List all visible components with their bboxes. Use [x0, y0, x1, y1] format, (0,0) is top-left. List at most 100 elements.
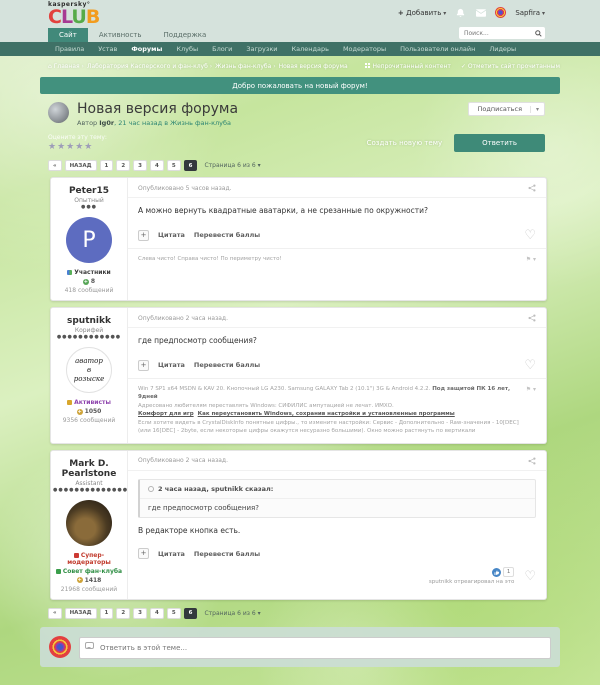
- share-icon[interactable]: [528, 184, 536, 192]
- page-button[interactable]: 4: [149, 607, 164, 619]
- site-logo[interactable]: kaspersky° CLUB: [48, 2, 100, 27]
- page-button[interactable]: 5: [166, 160, 181, 172]
- messages-envelope-icon[interactable]: [475, 7, 486, 18]
- breadcrumb-item[interactable]: Лаборатория Касперского и фан-клуб: [87, 63, 212, 70]
- notifications-bell-icon[interactable]: [455, 7, 466, 18]
- page-button[interactable]: 5: [166, 607, 181, 619]
- transfer-points-button[interactable]: Перевести баллы: [194, 361, 260, 369]
- share-icon[interactable]: [528, 457, 536, 465]
- page-button[interactable]: 3: [133, 160, 147, 172]
- nav-rules[interactable]: Правила: [48, 45, 91, 53]
- member-avatar[interactable]: P: [66, 217, 112, 264]
- page-first-button[interactable]: «: [48, 607, 62, 619]
- posted-time: Опубликовано 2 часа назад.: [138, 314, 228, 322]
- topic-title: Новая версия форума: [77, 101, 239, 117]
- page-button[interactable]: 4: [149, 160, 164, 172]
- reputation-icon: [76, 408, 83, 415]
- nav-leaders[interactable]: Лидеры: [482, 45, 523, 53]
- tab-activity[interactable]: Активность: [88, 28, 153, 42]
- share-icon[interactable]: [528, 314, 536, 322]
- transfer-points-button[interactable]: Перевести баллы: [194, 550, 260, 558]
- heart-like-button[interactable]: [524, 229, 536, 242]
- post-body: В редакторе кнопка есть.: [138, 525, 241, 535]
- page-button[interactable]: 1: [99, 607, 114, 619]
- user-avatar[interactable]: [495, 7, 507, 18]
- author-link[interactable]: sputnikk: [53, 316, 125, 326]
- multiquote-button[interactable]: +: [138, 548, 149, 560]
- nav-users-online[interactable]: Пользователи онлайн: [393, 45, 482, 53]
- nav-forums[interactable]: Форумы: [124, 45, 169, 53]
- posted-time: Опубликовано 5 часов назад.: [138, 184, 232, 192]
- breadcrumb-item[interactable]: Жизнь фан-клуба: [215, 63, 276, 70]
- page-back-button[interactable]: НАЗАД: [64, 160, 97, 172]
- page-back-button[interactable]: НАЗАД: [64, 607, 97, 619]
- topic-author-link[interactable]: Ig0r: [99, 119, 114, 127]
- activists-group-icon: [67, 400, 73, 406]
- subscribe-button[interactable]: Подписаться ▾: [468, 102, 545, 116]
- avatar-letter: P: [82, 227, 96, 253]
- transfer-points-button[interactable]: Перевести баллы: [194, 231, 260, 239]
- user-menu[interactable]: Sapfira: [515, 9, 545, 17]
- page-button[interactable]: 2: [116, 160, 131, 172]
- mark-site-read-link[interactable]: Отметить сайт прочитанным: [461, 63, 560, 70]
- quote-button[interactable]: Цитата: [158, 361, 185, 369]
- tab-support[interactable]: Поддержка: [153, 28, 218, 42]
- nav-calendar[interactable]: Календарь: [285, 45, 336, 53]
- signature-link[interactable]: Комфорт для игр: [138, 411, 194, 417]
- reaction-count-badge[interactable]: 1: [502, 567, 515, 578]
- post-peter15: Peter15 Опытный ●●● P Участники 8 418 со…: [50, 177, 547, 302]
- tab-site[interactable]: Сайт: [48, 28, 88, 42]
- breadcrumb-row: Главная Лаборатория Касперского и фан-кл…: [48, 63, 560, 70]
- signature-link[interactable]: Как переустановить Windows, сохранив нас…: [198, 411, 455, 417]
- multiquote-button[interactable]: +: [138, 229, 149, 241]
- unread-content-link[interactable]: Непрочитанный контент: [365, 63, 451, 70]
- quote-header[interactable]: 2 часа назад, sputnikk сказал:: [158, 485, 273, 493]
- create-topic-link[interactable]: Создать новую тему: [367, 139, 443, 147]
- nav-moderators[interactable]: Модераторы: [336, 45, 393, 53]
- report-flag-icon[interactable]: [526, 255, 536, 264]
- search-input[interactable]: [464, 29, 535, 37]
- quote-button[interactable]: Цитата: [158, 550, 185, 558]
- group-label: Совет фан-клуба: [62, 567, 123, 575]
- quote-button[interactable]: Цитата: [158, 231, 185, 239]
- chevron-down-icon[interactable]: ▾: [529, 105, 544, 113]
- search-icon[interactable]: [535, 29, 542, 37]
- page-info-dropdown[interactable]: Страница 6 из 6 ▾: [204, 610, 260, 617]
- thumbs-up-reaction-icon[interactable]: [491, 567, 501, 577]
- member-avatar[interactable]: аватор в розыске: [66, 347, 112, 394]
- nav-charter[interactable]: Устав: [91, 45, 124, 53]
- current-user-avatar: [49, 635, 71, 658]
- heart-like-button[interactable]: [524, 570, 536, 583]
- topic-author-avatar[interactable]: [48, 102, 69, 123]
- breadcrumb-home[interactable]: Главная: [48, 63, 84, 70]
- message-count: 9356 сообщений: [62, 417, 116, 425]
- member-group: Активисты: [53, 399, 125, 406]
- multiquote-button[interactable]: +: [138, 359, 149, 371]
- nav-downloads[interactable]: Загрузки: [239, 45, 284, 53]
- page-button[interactable]: 2: [116, 607, 131, 619]
- rank-pips: ●●●●●●●●●●●●: [56, 334, 122, 341]
- star-rating[interactable]: ★★★★★: [48, 142, 107, 152]
- site-header: kaspersky° CLUB Добавить Sapfira Сайт Ак…: [0, 0, 600, 42]
- author-link[interactable]: Mark D. Pearlstone: [53, 459, 125, 479]
- page-button[interactable]: 3: [133, 607, 147, 619]
- reaction-text[interactable]: sputnikk отреагировал на это: [429, 579, 514, 585]
- nav-clubs[interactable]: Клубы: [169, 45, 205, 53]
- page-first-button[interactable]: «: [48, 160, 62, 172]
- nav-blogs[interactable]: Блоги: [205, 45, 239, 53]
- member-group: Участники: [53, 269, 125, 276]
- page-button[interactable]: 1: [99, 160, 114, 172]
- signature-line: Адресовано любителям переставлять Window…: [138, 402, 394, 409]
- page-current-button[interactable]: 6: [183, 160, 198, 172]
- topic-forum-link[interactable]: Жизнь фан-клуба: [170, 119, 231, 127]
- reply-button[interactable]: Ответить: [454, 134, 545, 153]
- page-info-dropdown[interactable]: Страница 6 из 6 ▾: [204, 162, 260, 169]
- page-current-button[interactable]: 6: [183, 607, 198, 619]
- reply-input[interactable]: [79, 636, 551, 659]
- member-avatar[interactable]: [66, 499, 112, 546]
- add-content-button[interactable]: Добавить: [398, 9, 446, 17]
- quote-bubble-icon: [148, 485, 154, 492]
- heart-like-button[interactable]: [524, 359, 536, 372]
- report-flag-icon[interactable]: [526, 385, 536, 436]
- author-link[interactable]: Peter15: [53, 186, 125, 196]
